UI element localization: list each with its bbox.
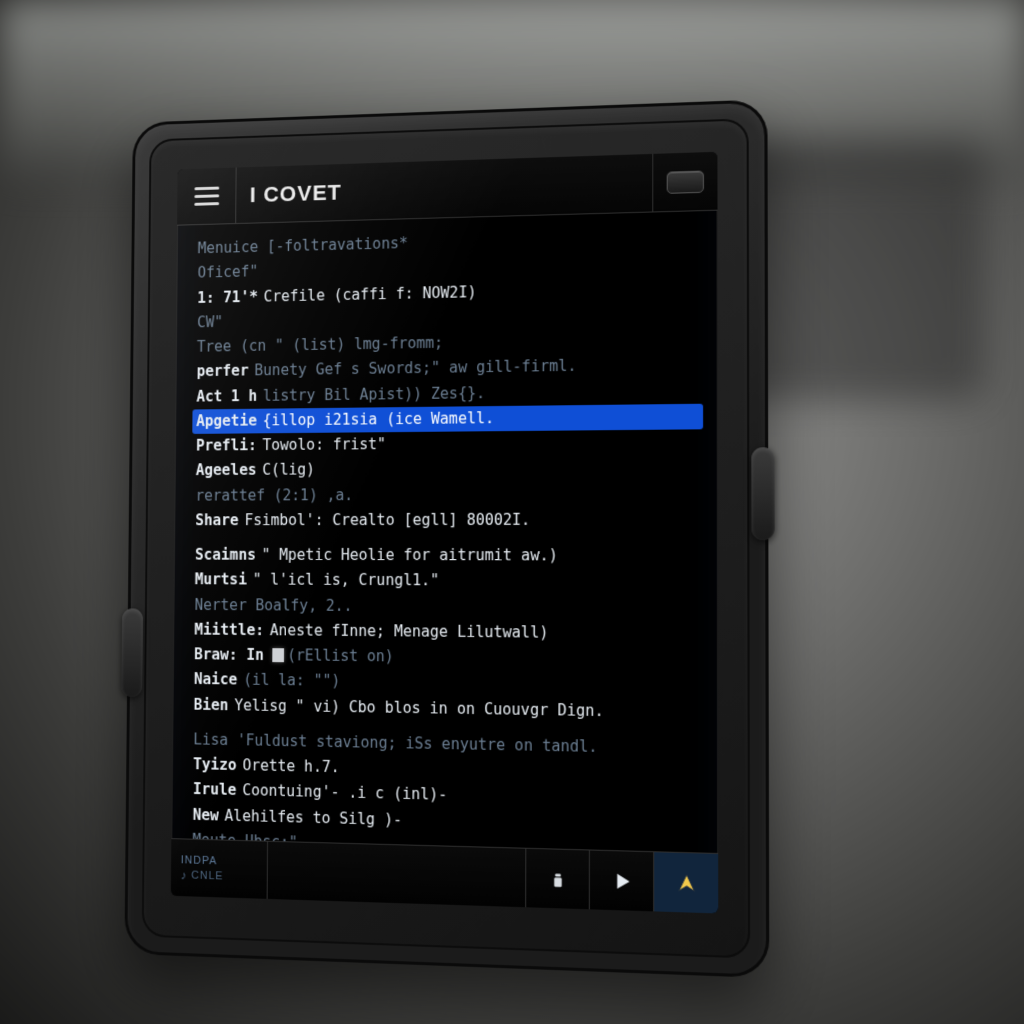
text-cursor <box>273 648 285 662</box>
list-item-lead: Braw: In <box>194 645 264 664</box>
list-item-text: Orette h.7. <box>242 756 339 776</box>
list-item-tail: (rEllist on) <box>287 646 394 665</box>
list-item-lead: Murtsi <box>195 571 247 589</box>
log-list[interactable]: Menuice [-foltravations* Oficef" 1: 71'* Cr… <box>171 211 718 853</box>
list-item-text: (il la: "") <box>243 671 340 690</box>
list-item-text: Coontuing'- .i c (inl)- <box>242 781 447 804</box>
list-item-text: Aneste fInne; Menage Lilutwall) <box>270 621 549 641</box>
navigation-arrow-icon <box>675 871 698 895</box>
nav-nav-button[interactable] <box>653 852 718 913</box>
nav-mode-bottom: CNLE <box>191 869 223 882</box>
list-item-lead: Scaimns <box>195 546 256 564</box>
info-icon <box>546 867 569 890</box>
list-item-lead: Naice <box>194 670 238 688</box>
list-item[interactable]: rerattef (2:1) ,a. <box>192 481 704 508</box>
status-chip-button[interactable] <box>653 152 717 212</box>
nav-mode-tag[interactable]: INDPA ♪ CNLE <box>171 839 268 899</box>
list-item[interactable]: Murtsi " l'icl is, Crungl1." <box>191 568 703 596</box>
list-item-text: listry Bil Apist)) Zes{}. <box>263 384 485 405</box>
side-button-left[interactable] <box>121 608 143 697</box>
side-button-right[interactable] <box>751 447 774 540</box>
list-item[interactable]: Ageeles C(lig) <box>192 455 703 483</box>
battery-icon <box>667 170 704 193</box>
list-item-text: rerattef (2:1) ,a. <box>195 486 353 504</box>
list-item-text: Crefile (caffi f: NOW2I) <box>264 283 477 305</box>
list-item-lead: 1: 71'* <box>197 287 258 306</box>
list-item-lead: Act 1 h <box>196 387 257 405</box>
list-item-lead: perfer <box>197 362 249 380</box>
list-item-text: CW" <box>197 313 223 331</box>
list-item-lead: Bien <box>194 695 229 713</box>
list-item-lead: Ageeles <box>196 461 257 479</box>
handheld-device: I COVET Menuice [-foltravations* Oficef" 1… <box>124 99 769 978</box>
nav-spacer <box>268 842 526 907</box>
page-title-text: I COVET <box>250 179 342 207</box>
list-item-text: Bunety Gef s Swords;" aw gill-firml. <box>254 357 576 380</box>
list-item-text: Yelisg " vi) Cbo blos in on Cuouvgr Dign… <box>234 696 604 720</box>
nav-play-button[interactable] <box>589 850 653 911</box>
menu-icon[interactable] <box>177 168 237 225</box>
list-item-text: {illop i21sia (ice Wamell. <box>263 409 495 429</box>
list-item-text: Oficef" <box>197 263 258 282</box>
list-item-text: Towolo: frist" <box>262 435 386 454</box>
list-item-text: Alehilfes to Silg )- <box>225 806 403 829</box>
list-item[interactable]: Share Fsimbol': Crealto [egll] 80002I. <box>191 507 703 533</box>
list-item-text: " l'icl is, Crungl1." <box>253 571 440 590</box>
list-item-text: C(lig) <box>262 461 315 479</box>
list-item-text: Menuice [-foltravations* <box>198 234 408 257</box>
list-item-lead: Miittle: <box>194 620 264 638</box>
list-item-lead: New <box>193 805 219 824</box>
list-item-lead: Prefli: <box>196 436 257 454</box>
list-item-lead: Irule <box>193 780 237 799</box>
list-item-lead: Tyizo <box>193 755 237 774</box>
list-item[interactable]: Prefli: Towolo: frist" <box>192 429 703 458</box>
list-item-text: " Mpetic Heolie for aitrumit aw.) <box>262 546 558 565</box>
list-gap <box>191 533 703 543</box>
list-item-text: Lisa 'Fuldust staviong; iSs enyutre on t… <box>193 730 597 756</box>
nav-info-button[interactable] <box>525 849 589 910</box>
screen: I COVET Menuice [-foltravations* Oficef" 1… <box>171 152 718 914</box>
list-item[interactable]: Nerter Boalfy, 2.. <box>191 593 704 622</box>
list-item-lead: Share <box>195 511 238 529</box>
list-item-text: Nerter Boalfy, 2.. <box>195 596 353 615</box>
list-item-text: Tree (cn " (list) lmg-fromm; <box>197 334 443 356</box>
music-note-icon: ♪ <box>181 868 188 882</box>
nav-mode-top: INDPA <box>181 854 267 868</box>
list-item-text: Fsimbol': Crealto [egll] 80002I. <box>244 510 530 528</box>
play-icon <box>610 869 633 892</box>
list-item[interactable]: Scaimns " Mpetic Heolie for aitrumit aw.) <box>191 543 703 569</box>
list-item-lead: Apgetie <box>196 411 257 429</box>
